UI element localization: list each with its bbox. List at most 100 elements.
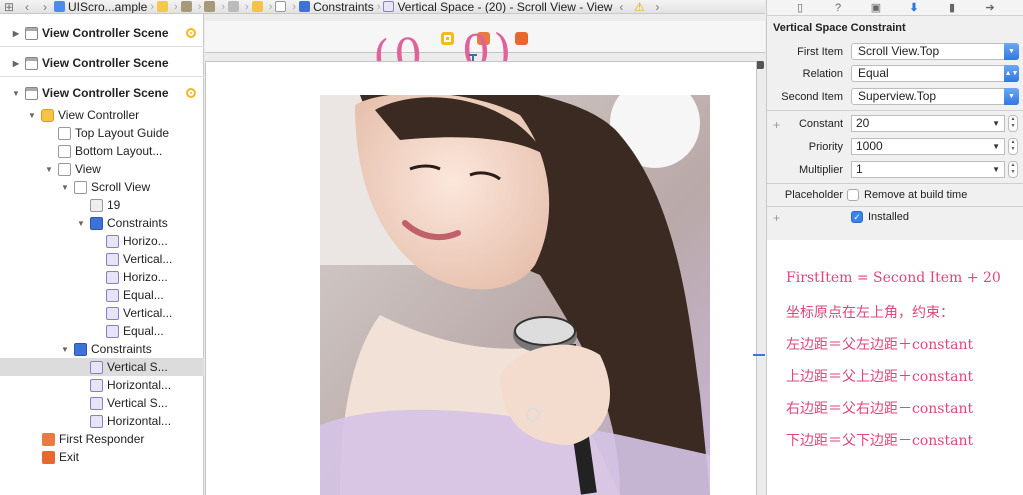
view-controller-icon[interactable] — [251, 1, 263, 12]
installed-label[interactable]: Installed — [868, 211, 909, 223]
chevron-down-icon[interactable]: ▼ — [992, 139, 1000, 154]
outline-item-view-controller[interactable]: ▼ View Controller — [0, 106, 204, 124]
view-icon[interactable] — [275, 1, 287, 12]
outline-item-view-constraints[interactable]: ▼ Constraints — [0, 340, 204, 358]
issue-back-button[interactable]: ‹ — [612, 0, 630, 13]
divider — [767, 206, 1023, 207]
outline-item-constraint[interactable]: Equal... — [0, 286, 204, 304]
outline-item-label: Vertical S... — [107, 396, 168, 410]
connections-inspector-icon[interactable]: ➔ — [983, 1, 997, 15]
storyboard-icon[interactable] — [204, 1, 216, 12]
outline-item-constraint[interactable]: Horizontal... — [0, 412, 204, 430]
remove-at-build-time-label[interactable]: Remove at build time — [864, 189, 967, 201]
constant-stepper[interactable]: ▲ ▼ — [1008, 115, 1018, 132]
priority-stepper[interactable]: ▲ ▼ — [1008, 138, 1018, 155]
related-items-icon[interactable]: ⊞ — [0, 0, 18, 13]
outline-item-image-view[interactable]: 19 — [0, 196, 204, 214]
forward-button[interactable]: › — [36, 0, 54, 13]
identity-inspector-icon[interactable]: ▣ — [869, 1, 883, 15]
outline-item-scroll-view[interactable]: ▼ Scroll View — [0, 178, 204, 196]
outline-item-top-layout-guide[interactable]: Top Layout Guide — [0, 124, 204, 142]
outline-item-bottom-layout-guide[interactable]: Bottom Layout... — [0, 142, 204, 160]
jumpbar-project[interactable]: UIScro...ample — [54, 0, 147, 13]
outline-item-constraint[interactable]: Horizo... — [0, 268, 204, 286]
outline-item-label: Bottom Layout... — [75, 144, 163, 158]
remove-at-build-time-checkbox[interactable] — [847, 189, 859, 201]
scene-icon[interactable] — [228, 1, 240, 12]
photo-image — [320, 95, 710, 495]
back-button[interactable]: ‹ — [18, 0, 36, 13]
scene-row[interactable]: ▶ View Controller Scene — [0, 54, 204, 72]
disclosure-triangle-icon[interactable]: ▼ — [60, 345, 70, 354]
second-item-popup[interactable]: Superview.Top ▼ — [851, 88, 1019, 105]
multiplier-field[interactable]: 1 ▼ — [851, 161, 1005, 178]
layout-guide-icon — [58, 126, 71, 140]
disclosure-triangle-icon[interactable]: ▼ — [44, 165, 54, 174]
warning-icon[interactable]: ⚠ — [630, 0, 648, 13]
outline-item-view[interactable]: ▼ View — [0, 160, 204, 178]
disclosure-triangle-icon[interactable]: ▶ — [11, 59, 21, 68]
constraint-icon — [106, 252, 119, 266]
outline-item-label: Horizo... — [123, 270, 168, 284]
outline-item-scroll-constraints[interactable]: ▼ Constraints — [0, 214, 204, 232]
scene-row[interactable]: ▶ View Controller Scene — [0, 24, 204, 42]
exit-icon[interactable] — [515, 32, 528, 45]
help-icon[interactable]: ? — [831, 1, 845, 15]
outline-item-exit[interactable]: Exit — [0, 448, 204, 466]
outline-item-constraint-selected[interactable]: Vertical S... — [0, 358, 204, 376]
chevron-right-icon: › — [197, 0, 202, 13]
constant-field[interactable]: 20 ▼ — [851, 115, 1005, 132]
disclosure-triangle-icon[interactable]: ▼ — [60, 183, 70, 192]
storyboard-canvas[interactable]: (0, 0) — [205, 14, 765, 495]
priority-field[interactable]: 1000 ▼ — [851, 138, 1005, 155]
installed-checkbox[interactable]: ✓ — [851, 211, 863, 223]
chevron-down-icon: ▼ — [1004, 43, 1019, 60]
jumpbar-constraints[interactable]: Constraints — [299, 0, 374, 14]
disclosure-triangle-icon[interactable]: ▶ — [11, 29, 21, 38]
scene-row[interactable]: ▼ View Controller Scene — [0, 84, 204, 102]
file-inspector-icon[interactable]: ▯ — [793, 1, 807, 15]
disclosure-triangle-icon[interactable]: ▼ — [11, 89, 21, 98]
divider — [767, 110, 1023, 111]
outline-item-constraint[interactable]: Equal... — [0, 322, 204, 340]
up-down-arrows-icon: ▲▼ — [1004, 65, 1019, 82]
chevron-down-icon[interactable]: ▼ — [992, 162, 1000, 177]
outline-item-label: Vertical S... — [107, 360, 168, 374]
attributes-inspector-icon[interactable]: ⬇ — [907, 1, 921, 15]
first-item-popup[interactable]: Scroll View.Top ▼ — [851, 43, 1019, 60]
constraints-icon — [90, 216, 103, 230]
disclosure-triangle-icon[interactable]: ▼ — [76, 219, 86, 228]
outline-item-constraint[interactable]: Vertical... — [0, 250, 204, 268]
outline-item-first-responder[interactable]: First Responder — [0, 430, 204, 448]
multiplier-stepper[interactable]: ▲ ▼ — [1008, 161, 1018, 178]
issue-forward-button[interactable]: › — [648, 0, 666, 13]
jumpbar-constraint[interactable]: Vertical Space - (20) - Scroll View - Vi… — [383, 0, 613, 14]
chevron-right-icon: › — [245, 0, 249, 13]
outline-item-constraint[interactable]: Horizo... — [0, 232, 204, 250]
project-icon — [54, 1, 65, 12]
jumpbar-constraint-label: Vertical Space - (20) - Scroll View - Vi… — [397, 0, 613, 14]
outline-item-constraint[interactable]: Vertical S... — [0, 394, 204, 412]
note-line: FirstItem = Second Item + 20 — [786, 270, 1001, 286]
scene-icon — [25, 86, 38, 100]
folder-icon[interactable] — [157, 1, 169, 12]
outline-item-label: Vertical... — [123, 306, 173, 320]
relation-value: Equal — [858, 66, 889, 80]
constraint-icon — [106, 270, 119, 284]
exit-icon — [42, 450, 55, 464]
outline-item-constraint[interactable]: Horizontal... — [0, 376, 204, 394]
scroll-view-icon — [74, 180, 87, 194]
outline-item-constraint[interactable]: Vertical... — [0, 304, 204, 322]
image-view-icon — [90, 198, 103, 212]
size-inspector-icon[interactable]: ▮ — [945, 1, 959, 15]
constant-label: Constant — [798, 118, 843, 130]
scroll-view-image[interactable] — [320, 95, 710, 495]
scene-badge-icon — [186, 88, 196, 98]
disclosure-triangle-icon[interactable]: ▼ — [27, 111, 37, 120]
relation-popup[interactable]: Equal ▲▼ — [851, 65, 1019, 82]
multiplier-label: Multiplier — [798, 164, 843, 176]
chevron-down-icon[interactable]: ▼ — [992, 116, 1000, 131]
note-line: 左边距＝父左边距＋constant — [786, 337, 974, 353]
jumpbar-constraints-label: Constraints — [313, 0, 374, 14]
file-icon[interactable] — [180, 1, 192, 12]
